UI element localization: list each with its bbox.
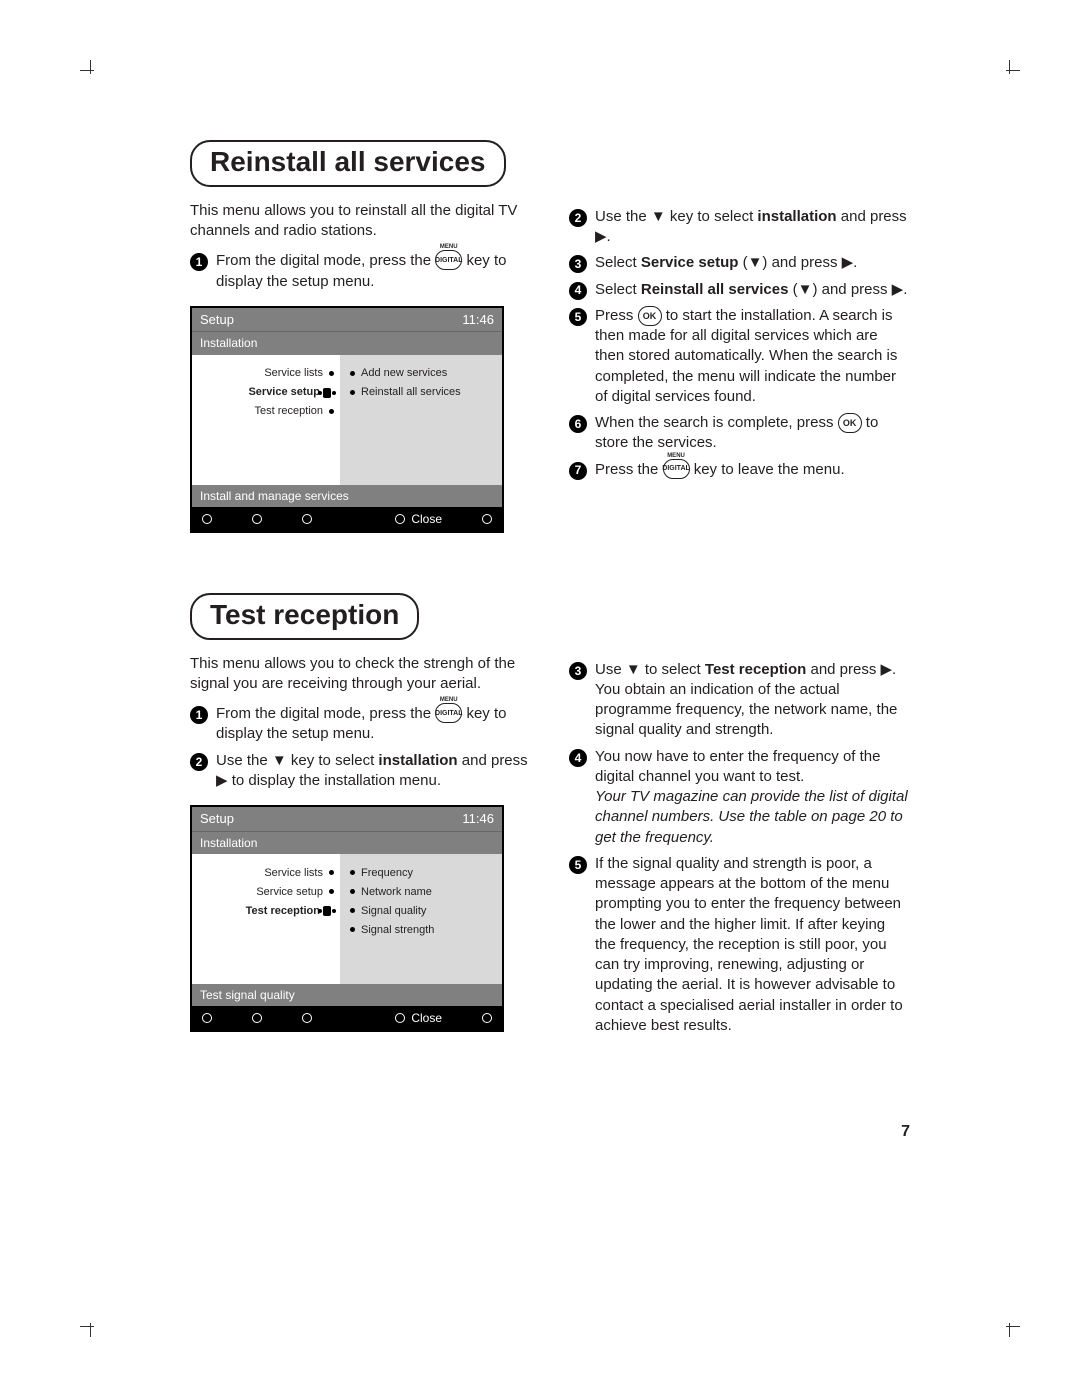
step-text: Use the ▼ key to select installation and…	[595, 207, 910, 248]
step-number: 2	[569, 209, 587, 227]
menu-title: Setup	[200, 810, 234, 828]
step-text: Press the MENUDIGITAL key to leave the m…	[595, 460, 910, 480]
crop-mark	[80, 60, 98, 78]
menu-breadcrumb: Installation	[192, 331, 502, 354]
page-content: Reinstall all services This menu allows …	[190, 140, 910, 1042]
color-dot-icon	[202, 1013, 212, 1023]
ok-key-icon: OK	[838, 413, 862, 433]
color-dot-icon	[302, 1013, 312, 1023]
digital-key-icon: MENUDIGITAL	[663, 459, 690, 479]
step-7: 7 Press the MENUDIGITAL key to leave the…	[569, 460, 910, 480]
crop-mark	[80, 1319, 98, 1337]
step-number: 1	[190, 253, 208, 271]
menu-left-column: Service lists Service setup Test recepti…	[192, 355, 340, 485]
menu-left-column: Service lists Service setup Test recepti…	[192, 854, 340, 984]
menu-right-column: Frequency Network name Signal quality Si…	[340, 854, 502, 984]
step-number: 4	[569, 749, 587, 767]
page-number: 7	[901, 1121, 910, 1143]
color-dot-icon	[252, 514, 262, 524]
digital-key-icon: MENUDIGITAL	[435, 250, 462, 270]
step-text: You now have to enter the frequency of t…	[595, 747, 910, 848]
cursor-icon	[323, 388, 331, 398]
step-2: 2 Use the ▼ key to select installation a…	[569, 207, 910, 248]
color-dot-icon	[202, 514, 212, 524]
step-text: When the search is complete, press OK to…	[595, 413, 910, 454]
tv-menu-reinstall: Setup 11:46 Installation Service lists S…	[190, 306, 504, 533]
menu-footer: Close	[192, 1006, 502, 1030]
step-text: Use ▼ to select Test reception and press…	[595, 660, 910, 741]
step-1: 1 From the digital mode, press the MENUD…	[190, 251, 535, 292]
menu-right-column: Add new services Reinstall all services	[340, 355, 502, 485]
menu-status: Install and manage services	[192, 485, 502, 507]
step-2: 2 Use the ▼ key to select installation a…	[190, 751, 535, 792]
step-5: 5 If the signal quality and strength is …	[569, 854, 910, 1036]
step-number: 3	[569, 255, 587, 273]
step-text: Use the ▼ key to select installation and…	[216, 751, 535, 792]
crop-mark	[1002, 60, 1020, 78]
step-text: From the digital mode, press the MENUDIG…	[216, 251, 535, 292]
step-5: 5 Press OK to start the installation. A …	[569, 306, 910, 407]
step-text: From the digital mode, press the MENUDIG…	[216, 704, 535, 745]
cursor-icon	[323, 906, 331, 916]
menu-breadcrumb: Installation	[192, 831, 502, 854]
color-dot-icon	[302, 514, 312, 524]
intro-text: This menu allows you to reinstall all th…	[190, 201, 535, 242]
step-number: 6	[569, 415, 587, 433]
step-number: 2	[190, 753, 208, 771]
step-4: 4 You now have to enter the frequency of…	[569, 747, 910, 848]
step-text: Select Reinstall all services (▼) and pr…	[595, 280, 910, 300]
intro-text: This menu allows you to check the streng…	[190, 654, 535, 695]
step-number: 4	[569, 282, 587, 300]
menu-time: 11:46	[462, 311, 494, 329]
step-6: 6 When the search is complete, press OK …	[569, 413, 910, 454]
menu-title: Setup	[200, 311, 234, 329]
crop-mark	[1002, 1319, 1020, 1337]
step-3: 3 Use ▼ to select Test reception and pre…	[569, 660, 910, 741]
step-number: 1	[190, 706, 208, 724]
step-number: 5	[569, 308, 587, 326]
color-dot-icon	[395, 1013, 405, 1023]
step-text: If the signal quality and strength is po…	[595, 854, 910, 1036]
color-dot-icon	[395, 514, 405, 524]
menu-status: Test signal quality	[192, 984, 502, 1006]
digital-key-icon: MENUDIGITAL	[435, 703, 462, 723]
menu-footer: Close	[192, 507, 502, 531]
color-dot-icon	[482, 514, 492, 524]
step-number: 3	[569, 662, 587, 680]
step-3: 3 Select Service setup (▼) and press ▶.	[569, 253, 910, 273]
step-text: Press OK to start the installation. A se…	[595, 306, 910, 407]
section-heading-test-reception: Test reception	[190, 593, 419, 640]
tv-menu-test-reception: Setup 11:46 Installation Service lists S…	[190, 805, 504, 1032]
step-1: 1 From the digital mode, press the MENUD…	[190, 704, 535, 745]
color-dot-icon	[482, 1013, 492, 1023]
step-number: 5	[569, 856, 587, 874]
color-dot-icon	[252, 1013, 262, 1023]
step-text: Select Service setup (▼) and press ▶.	[595, 253, 910, 273]
section-heading-reinstall: Reinstall all services	[190, 140, 506, 187]
step-number: 7	[569, 462, 587, 480]
step-4: 4 Select Reinstall all services (▼) and …	[569, 280, 910, 300]
menu-time: 11:46	[462, 810, 494, 828]
ok-key-icon: OK	[638, 306, 662, 326]
